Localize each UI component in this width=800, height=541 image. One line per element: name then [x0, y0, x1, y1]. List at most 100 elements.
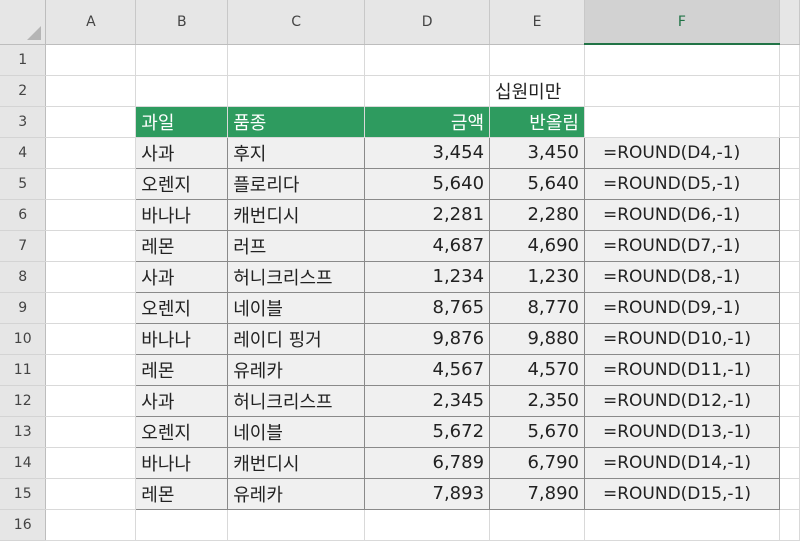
row-header-12[interactable]: 12 [0, 385, 47, 417]
cell-variety[interactable]: 허니크리스프 [227, 384, 366, 417]
cell-g7[interactable] [779, 230, 800, 262]
cell-g12[interactable] [779, 385, 800, 417]
row-header-16[interactable]: 16 [0, 509, 47, 541]
cell-fruit[interactable]: 레몬 [135, 229, 229, 262]
cell-formula[interactable]: =ROUND(D4,-1) [583, 136, 780, 169]
cell-c16[interactable] [227, 509, 366, 541]
cell-a8[interactable] [45, 261, 137, 293]
cell-a13[interactable] [45, 416, 137, 448]
cell-a7[interactable] [45, 230, 137, 262]
cell-fruit[interactable]: 레몬 [135, 477, 229, 510]
cell-fruit[interactable]: 오렌지 [135, 415, 229, 448]
cell-rounded[interactable]: 4,570 [489, 353, 585, 386]
cell-formula[interactable]: =ROUND(D7,-1) [583, 229, 780, 262]
cell-a9[interactable] [45, 292, 137, 324]
cell-amount[interactable]: 3,454 [364, 136, 491, 169]
cell-variety[interactable]: 후지 [227, 136, 366, 169]
cell-fruit[interactable]: 바나나 [135, 446, 229, 479]
cell-variety[interactable]: 허니크리스프 [227, 260, 366, 293]
cell-fruit[interactable]: 사과 [135, 384, 229, 417]
column-header-e[interactable]: E [489, 0, 585, 45]
row-header-11[interactable]: 11 [0, 354, 47, 386]
row-header-5[interactable]: 5 [0, 168, 47, 200]
cell-d1[interactable] [364, 44, 491, 76]
cell-amount[interactable]: 2,345 [364, 384, 491, 417]
cell-rounded[interactable]: 4,690 [489, 229, 585, 262]
cell-fruit[interactable]: 레몬 [135, 353, 229, 386]
row-header-3[interactable]: 3 [0, 106, 47, 138]
cell-formula[interactable]: =ROUND(D11,-1) [583, 353, 780, 386]
cell-g3[interactable] [779, 106, 800, 138]
cell-amount[interactable]: 5,640 [364, 167, 491, 200]
column-header-d[interactable]: D [364, 0, 491, 45]
header-variety[interactable]: 품종 [227, 106, 366, 138]
cell-e16[interactable] [489, 509, 585, 541]
row-header-7[interactable]: 7 [0, 230, 47, 262]
cell-amount[interactable]: 6,789 [364, 446, 491, 479]
cell-f16[interactable] [584, 509, 780, 541]
cell-a1[interactable] [45, 44, 137, 76]
cell-amount[interactable]: 5,672 [364, 415, 491, 448]
cell-g6[interactable] [779, 199, 800, 231]
cell-amount[interactable]: 8,765 [364, 291, 491, 324]
cell-a12[interactable] [45, 385, 137, 417]
cell-rounded[interactable]: 7,890 [489, 477, 585, 510]
cell-rounded[interactable]: 3,450 [489, 136, 585, 169]
header-amount[interactable]: 금액 [364, 106, 491, 138]
row-header-6[interactable]: 6 [0, 199, 47, 231]
cell-formula[interactable]: =ROUND(D10,-1) [583, 322, 780, 355]
cell-c2[interactable] [227, 75, 366, 107]
cell-fruit[interactable]: 바나나 [135, 322, 229, 355]
cell-variety[interactable]: 캐번디시 [227, 198, 366, 231]
cell-variety[interactable]: 유레카 [227, 353, 366, 386]
cell-g1[interactable] [779, 44, 800, 76]
cell-variety[interactable]: 러프 [227, 229, 366, 262]
cell-b16[interactable] [135, 509, 229, 541]
cell-formula[interactable]: =ROUND(D13,-1) [583, 415, 780, 448]
cell-variety[interactable]: 유레카 [227, 477, 366, 510]
cell-amount[interactable]: 4,567 [364, 353, 491, 386]
cell-a11[interactable] [45, 354, 137, 386]
cell-variety[interactable]: 플로리다 [227, 167, 366, 200]
cell-f1[interactable] [584, 44, 780, 76]
cell-g5[interactable] [779, 168, 800, 200]
cell-amount[interactable]: 7,893 [364, 477, 491, 510]
cell-d2[interactable] [364, 75, 491, 107]
column-header-g-partial[interactable] [779, 0, 800, 45]
cell-amount[interactable]: 2,281 [364, 198, 491, 231]
cell-formula[interactable]: =ROUND(D8,-1) [583, 260, 780, 293]
row-header-1[interactable]: 1 [0, 44, 47, 76]
row-header-10[interactable]: 10 [0, 323, 47, 355]
cell-f3[interactable] [584, 106, 780, 138]
cell-formula[interactable]: =ROUND(D14,-1) [583, 446, 780, 479]
row-header-8[interactable]: 8 [0, 261, 47, 293]
cell-fruit[interactable]: 사과 [135, 136, 229, 169]
cell-g8[interactable] [779, 261, 800, 293]
cell-g2[interactable] [779, 75, 800, 107]
cell-a10[interactable] [45, 323, 137, 355]
cell-formula[interactable]: =ROUND(D15,-1) [583, 477, 780, 510]
cell-g11[interactable] [779, 354, 800, 386]
cell-formula[interactable]: =ROUND(D5,-1) [583, 167, 780, 200]
column-header-c[interactable]: C [227, 0, 366, 45]
cell-fruit[interactable]: 바나나 [135, 198, 229, 231]
row-header-13[interactable]: 13 [0, 416, 47, 448]
cell-f2[interactable] [584, 75, 780, 107]
cell-a14[interactable] [45, 447, 137, 479]
cell-a6[interactable] [45, 199, 137, 231]
header-fruit[interactable]: 과일 [135, 106, 229, 138]
column-header-b[interactable]: B [135, 0, 229, 45]
cell-rounded[interactable]: 2,280 [489, 198, 585, 231]
cell-formula[interactable]: =ROUND(D12,-1) [583, 384, 780, 417]
row-header-2[interactable]: 2 [0, 75, 47, 107]
cell-rounded[interactable]: 6,790 [489, 446, 585, 479]
cell-variety[interactable]: 캐번디시 [227, 446, 366, 479]
cell-a15[interactable] [45, 478, 137, 510]
cell-g14[interactable] [779, 447, 800, 479]
column-header-f[interactable]: F [584, 0, 780, 45]
cell-g9[interactable] [779, 292, 800, 324]
cell-g4[interactable] [779, 137, 800, 169]
cell-a16[interactable] [45, 509, 137, 541]
cell-a4[interactable] [45, 137, 137, 169]
cell-a3[interactable] [45, 106, 137, 138]
